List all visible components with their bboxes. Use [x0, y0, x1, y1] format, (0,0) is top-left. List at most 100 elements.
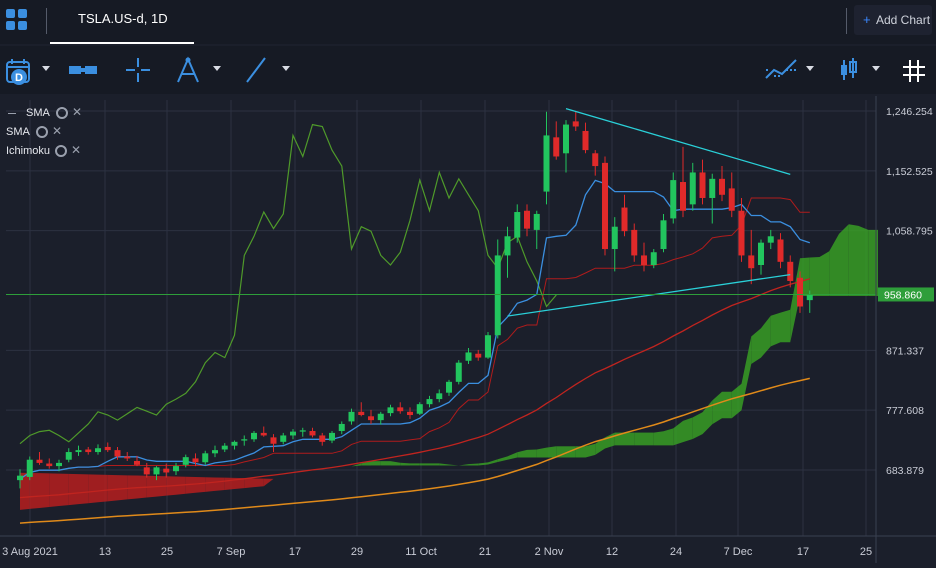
measure-icon[interactable] [67, 56, 101, 84]
candlestick-type-icon[interactable] [838, 56, 860, 84]
chevron-down-icon[interactable] [282, 66, 290, 71]
close-icon[interactable]: ✕ [71, 143, 81, 157]
cloud-segment [751, 328, 761, 364]
time-tick-label: 7 Dec [724, 546, 753, 558]
price-tick-label: 777.608 [886, 405, 924, 417]
cloud-segment [673, 420, 683, 446]
cloud-segment [263, 478, 274, 487]
cloud-segment [683, 417, 693, 443]
grid-icon[interactable] [902, 57, 926, 85]
time-tick-label: 29 [351, 546, 363, 558]
crosshair-icon[interactable] [124, 56, 152, 84]
legend-ichimoku[interactable]: Ichimoku ✕ [6, 143, 86, 162]
legend-sma-2[interactable]: SMA ✕ [6, 124, 86, 143]
chevron-down-icon[interactable] [806, 66, 814, 71]
cloud-segment [644, 432, 654, 446]
candle-body [114, 450, 121, 457]
line-swatch-icon [8, 113, 16, 114]
candle-body [202, 453, 209, 463]
cloud-segment [770, 312, 781, 347]
candle-body [806, 295, 813, 301]
candle-body [397, 407, 404, 412]
chevron-down-icon[interactable] [872, 66, 880, 71]
cloud-segment [478, 462, 488, 466]
indicators-icon[interactable] [764, 56, 798, 84]
candle-body [319, 435, 326, 442]
candle-body [728, 188, 735, 211]
time-tick-label: 25 [860, 546, 872, 558]
candle-body [134, 460, 140, 465]
gear-icon[interactable] [56, 107, 68, 119]
candle-body [416, 404, 423, 414]
candle-body [426, 399, 433, 405]
add-chart-button[interactable]: + Add Chart [854, 5, 932, 35]
fibonacci-icon[interactable] [174, 56, 202, 84]
cloud-segment [195, 476, 206, 493]
candle-body [387, 407, 394, 414]
candle-body [309, 430, 316, 436]
candle-body [485, 335, 491, 358]
cloud-segment [741, 336, 752, 411]
candle-body [260, 432, 267, 436]
time-tick-label: 12 [606, 546, 618, 558]
candle-body [182, 457, 189, 465]
candle-body [709, 178, 716, 198]
candle-body [368, 416, 374, 421]
candle-body [524, 210, 530, 229]
legend-sma-1[interactable]: SMA ✕ [6, 105, 86, 124]
cloud-segment [410, 463, 420, 466]
resistance-trendline [565, 107, 791, 175]
close-icon[interactable]: ✕ [52, 124, 62, 138]
add-chart-label: Add Chart [876, 13, 931, 27]
price-tick-label: 1,058.795 [886, 226, 933, 238]
cloud-segment [98, 474, 108, 503]
candle-body [17, 475, 23, 481]
candle-body [553, 137, 560, 157]
cloud-segment [107, 474, 118, 502]
candle-body [689, 172, 696, 205]
candle-body [514, 212, 521, 238]
time-tick-label: 21 [479, 546, 491, 558]
cloud-segment [868, 229, 878, 296]
top-bar: TSLA.US-d, 1D + Add Chart [0, 0, 936, 44]
candle-body [455, 362, 462, 382]
price-tick-label: 1,246.254 [886, 106, 933, 118]
candle-body [299, 430, 306, 432]
svg-text:D: D [15, 72, 23, 84]
candle-body [582, 130, 589, 151]
cloud-segment [78, 474, 89, 505]
chevron-down-icon[interactable] [42, 66, 50, 71]
trendline-icon[interactable] [243, 56, 271, 84]
divider [846, 8, 847, 34]
cloud-segment [39, 473, 50, 508]
candle-body [270, 437, 277, 444]
candle-body [572, 121, 579, 127]
chevron-down-icon[interactable] [213, 66, 221, 71]
candle-body [787, 261, 794, 281]
gear-icon[interactable] [55, 145, 67, 157]
candle-body [377, 413, 384, 421]
price-chart[interactable]: 683.879 777.608 871.337 1,058.795 1,152.525 1… [0, 96, 936, 563]
cloud-segment [439, 463, 449, 466]
close-icon[interactable]: ✕ [72, 105, 82, 119]
cloud-segment [215, 477, 225, 491]
candle-body [777, 239, 784, 262]
candle-body [241, 439, 248, 441]
candle-body [797, 277, 803, 307]
time-tick-label: 25 [161, 546, 173, 558]
sma-slow-line [19, 377, 810, 524]
current-price-label: 958.860 [884, 289, 922, 301]
candle-body [75, 450, 82, 453]
candle-body [592, 153, 599, 167]
calendar-d-icon[interactable]: D [6, 58, 34, 86]
cloud-segment [858, 225, 869, 296]
gear-icon[interactable] [36, 126, 48, 138]
time-tick-label: 3 Aug 2021 [2, 546, 58, 558]
tab-chart[interactable]: TSLA.US-d, 1D [50, 0, 194, 44]
candle-body [36, 459, 43, 463]
candle-body [124, 456, 131, 459]
chart-area[interactable]: 683.879 777.608 871.337 1,058.795 1,152.525 1… [0, 96, 936, 563]
layout-grid-icon[interactable] [6, 9, 28, 31]
time-tick-label: 17 [289, 546, 301, 558]
time-tick-label: 24 [670, 546, 682, 558]
